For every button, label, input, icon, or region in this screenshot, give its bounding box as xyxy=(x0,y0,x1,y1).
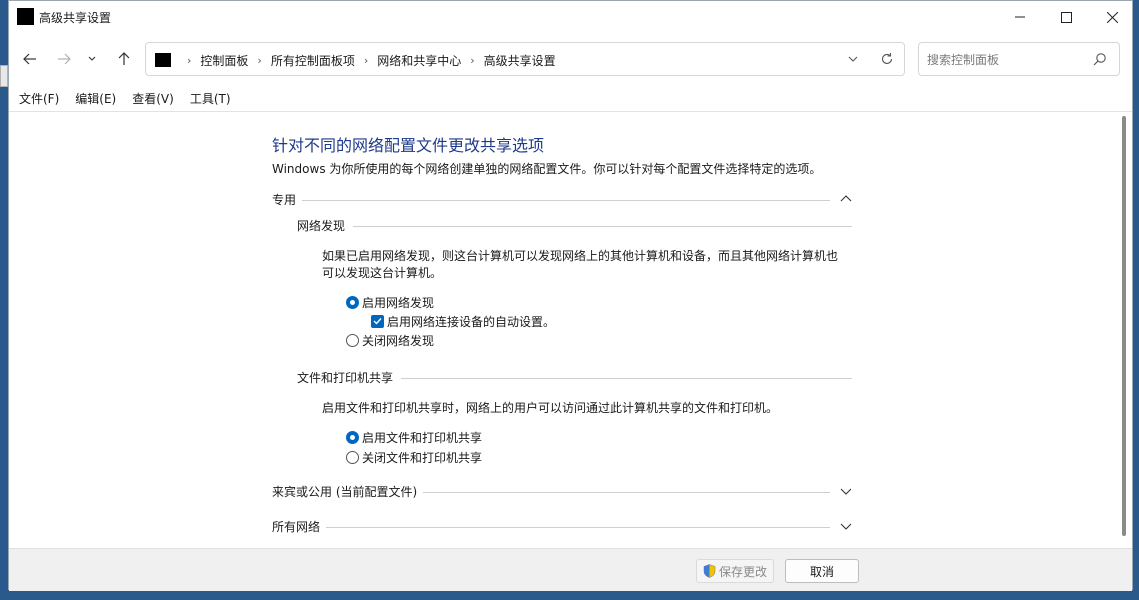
group-network-discovery: 网络发现 xyxy=(297,217,852,237)
maximize-button[interactable] xyxy=(1043,1,1089,33)
section-guest-public[interactable]: 来宾或公用 (当前配置文件) xyxy=(272,483,852,503)
chevron-right-icon[interactable]: › xyxy=(470,54,474,67)
option-label[interactable]: 关闭文件和打印机共享 xyxy=(362,449,482,466)
group-label: 文件和打印机共享 xyxy=(297,371,394,385)
divider xyxy=(326,527,830,528)
page-title: 针对不同的网络配置文件更改共享选项 xyxy=(272,136,545,155)
arrow-right-icon xyxy=(58,53,71,65)
option-label[interactable]: 启用网络发现 xyxy=(362,294,434,311)
group-file-printer-sharing: 文件和打印机共享 xyxy=(297,369,852,389)
section-private[interactable]: 专用 xyxy=(272,191,852,211)
refresh-icon xyxy=(881,53,893,64)
group-label: 网络发现 xyxy=(297,219,346,233)
section-label: 专用 xyxy=(272,191,303,208)
save-changes-button[interactable]: 保存更改 xyxy=(696,559,774,583)
breadcrumb-item[interactable]: 高级共享设置 xyxy=(484,52,556,69)
section-label: 来宾或公用 (当前配置文件) xyxy=(272,483,424,500)
shield-icon xyxy=(703,564,716,578)
page-description: Windows 为你所使用的每个网络创建单独的网络配置文件。你可以针对每个配置文… xyxy=(272,162,822,176)
address-bar[interactable]: › 控制面板 › 所有控制面板项 › 网络和共享中心 › 高级共享设置 xyxy=(145,42,905,76)
title-bar: 高级共享设置 xyxy=(9,1,1132,33)
forward-button[interactable] xyxy=(51,46,77,72)
navigation-bar: › 控制面板 › 所有控制面板项 › 网络和共享中心 › 高级共享设置 xyxy=(9,39,1132,79)
vertical-scrollbar[interactable] xyxy=(1118,112,1132,548)
window-title: 高级共享设置 xyxy=(39,11,112,25)
maximize-icon xyxy=(1060,11,1072,23)
chevron-down-icon[interactable] xyxy=(840,520,852,534)
breadcrumb-item[interactable]: 网络和共享中心 xyxy=(377,52,461,69)
file-sharing-description: 启用文件和打印机共享时，网络上的用户可以访问通过此计算机共享的文件和打印机。 xyxy=(322,400,852,417)
search-icon[interactable] xyxy=(1093,52,1107,69)
refresh-button[interactable] xyxy=(880,52,894,69)
menu-tools[interactable]: 工具(T) xyxy=(182,89,239,111)
close-icon xyxy=(1106,11,1118,23)
menu-file[interactable]: 文件(F) xyxy=(9,89,67,111)
arrow-up-icon xyxy=(118,52,130,65)
divider xyxy=(353,226,852,227)
search-input[interactable] xyxy=(927,51,1087,69)
minimize-icon xyxy=(1015,16,1025,18)
scrollbar-thumb[interactable] xyxy=(1122,116,1126,536)
main-content: 针对不同的网络配置文件更改共享选项 Windows 为你所使用的每个网络创建单独… xyxy=(9,112,1118,548)
radio-selected[interactable] xyxy=(346,295,359,309)
radio-enable-network-discovery[interactable]: 启用网络发现 xyxy=(346,293,434,311)
divider xyxy=(422,492,830,493)
control-panel-window: 高级共享设置 › 控制面板 › 所有控制面板项 › 网络和共享中心 › 高级共享… xyxy=(8,0,1133,591)
chevron-down-icon[interactable] xyxy=(840,485,852,499)
save-label: 保存更改 xyxy=(718,564,767,579)
description-line: 如果已启用网络发现，则这台计算机可以发现网络上的其他计算机和设备，而且其他网络计… xyxy=(322,249,839,263)
description-line: 启用文件和打印机共享时，网络上的用户可以访问通过此计算机共享的文件和打印机。 xyxy=(322,401,779,415)
radio-enable-file-sharing[interactable]: 启用文件和打印机共享 xyxy=(346,428,482,446)
section-all-networks[interactable]: 所有网络 xyxy=(272,518,852,538)
close-button[interactable] xyxy=(1089,1,1135,33)
cancel-button[interactable]: 取消 xyxy=(785,559,859,583)
option-label[interactable]: 关闭网络发现 xyxy=(362,332,434,349)
menu-bar: 文件(F) 编辑(E) 查看(V) 工具(T) xyxy=(9,89,1132,111)
recent-locations-button[interactable] xyxy=(82,46,102,72)
section-label: 所有网络 xyxy=(272,518,327,535)
search-box[interactable] xyxy=(918,42,1120,76)
chevron-right-icon[interactable]: › xyxy=(187,54,191,67)
chevron-down-icon xyxy=(88,56,96,61)
chevron-down-icon xyxy=(848,56,858,62)
radio-unselected[interactable] xyxy=(346,450,359,464)
breadcrumb: › 控制面板 › 所有控制面板项 › 网络和共享中心 › 高级共享设置 xyxy=(178,52,556,69)
checkbox-auto-setup[interactable]: 启用网络连接设备的自动设置。 xyxy=(371,312,555,330)
control-panel-icon xyxy=(17,8,34,25)
chevron-right-icon[interactable]: › xyxy=(257,54,261,67)
menu-edit[interactable]: 编辑(E) xyxy=(67,89,124,111)
radio-selected[interactable] xyxy=(346,430,359,444)
footer-bar: 保存更改 取消 xyxy=(9,548,1132,591)
chevron-right-icon[interactable]: › xyxy=(364,54,368,67)
background-window-edge xyxy=(0,65,8,87)
arrow-left-icon xyxy=(23,53,36,65)
option-label[interactable]: 启用文件和打印机共享 xyxy=(362,429,482,446)
minimize-button[interactable] xyxy=(997,1,1043,33)
checkmark-icon xyxy=(373,318,382,325)
divider xyxy=(302,200,830,201)
description-line: 可以发现这台计算机。 xyxy=(322,266,443,280)
radio-disable-network-discovery[interactable]: 关闭网络发现 xyxy=(346,331,434,349)
checkbox-checked[interactable] xyxy=(371,314,384,328)
control-panel-icon xyxy=(155,53,171,67)
radio-unselected[interactable] xyxy=(346,333,359,347)
radio-disable-file-sharing[interactable]: 关闭文件和打印机共享 xyxy=(346,448,482,466)
back-button[interactable] xyxy=(17,46,43,72)
option-label[interactable]: 启用网络连接设备的自动设置。 xyxy=(387,313,555,330)
menu-view[interactable]: 查看(V) xyxy=(124,89,182,111)
network-discovery-description: 如果已启用网络发现，则这台计算机可以发现网络上的其他计算机和设备，而且其他网络计… xyxy=(322,248,852,282)
divider xyxy=(401,378,852,379)
up-button[interactable] xyxy=(111,46,137,72)
address-history-button[interactable] xyxy=(848,53,858,67)
chevron-up-icon[interactable] xyxy=(840,193,852,207)
breadcrumb-item[interactable]: 控制面板 xyxy=(200,52,248,69)
breadcrumb-item[interactable]: 所有控制面板项 xyxy=(271,52,355,69)
